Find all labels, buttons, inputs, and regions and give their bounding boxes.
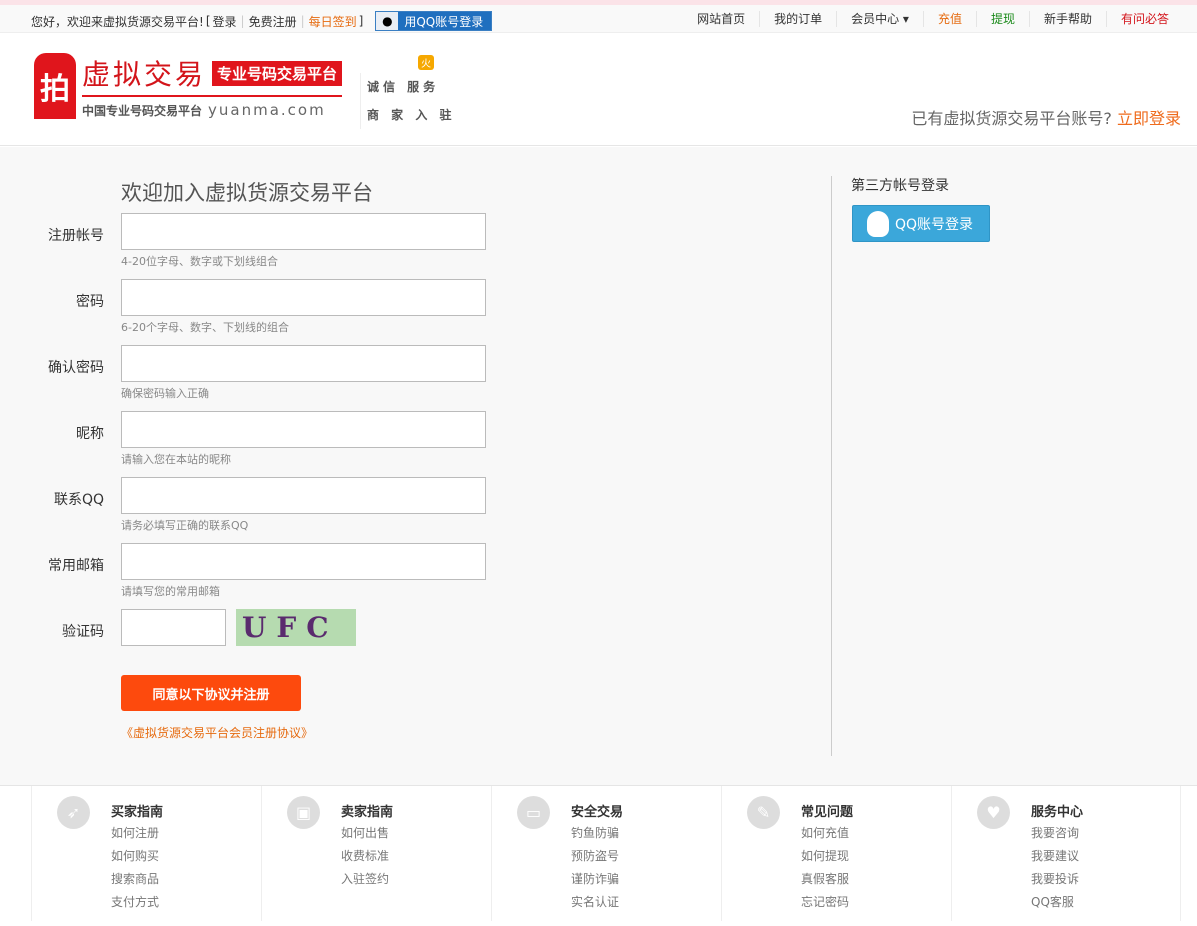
field-label: 注册帐号 [48, 228, 104, 244]
qq-penguin-icon: ● [376, 12, 399, 30]
footer-column: ♥ 服务中心我要咨询我要建议我要投诉 QQ客服 [951, 786, 1181, 921]
field-hint: 确保密码输入正确 [121, 387, 209, 400]
footer-link[interactable]: 收费标准 [341, 847, 389, 864]
field-input[interactable] [121, 279, 486, 316]
logo-domain: yuanma.com [208, 101, 326, 119]
register-panel: 欢迎加入虚拟货源交易平台 注册帐号 4-20位字母、数字或下划线组合密码 6-20个… [0, 147, 1197, 785]
agreement-link[interactable]: 《虚拟货源交易平台会员注册协议》 [121, 724, 313, 741]
merchant-join-link[interactable]: 商 家 入 驻 [367, 101, 456, 129]
logo-badge: 专业号码交易平台 [212, 60, 343, 86]
footer-column: ➶ 买家指南如何注册如何购买搜索商品支付方式 [31, 786, 261, 921]
nav-item[interactable]: 我的订单 [759, 11, 836, 27]
divider [1180, 786, 1197, 921]
footer-link[interactable]: 如何购买 [111, 847, 159, 864]
field-label: 昵称 [76, 426, 104, 442]
field-label: 确认密码 [48, 360, 104, 376]
field-hint: 请填写您的常用邮箱 [121, 585, 220, 598]
register-link[interactable]: 免费注册 [249, 13, 297, 30]
field-input[interactable] [121, 411, 486, 448]
third-party-title: 第三方帐号登录 [851, 178, 949, 194]
footer-column: ✎ 常见问题如何充值如何提现真假客服忘记密码 [721, 786, 951, 921]
footer-link[interactable]: 谨防诈骗 [571, 870, 619, 887]
captcha-image[interactable]: UFC 7 [236, 609, 356, 646]
field-hint: 请务必填写正确的联系QQ [121, 519, 249, 532]
qq-login-label: 用QQ账号登录 [404, 14, 484, 29]
logo-title: 虚拟交易 [82, 58, 207, 91]
footer: ➶ 买家指南如何注册如何购买搜索商品支付方式 ▣ 卖家指南如何出售收费标准入驻签约 ▭ 安… [0, 785, 1197, 926]
heart-icon: ♥ [977, 796, 1010, 829]
footer-link[interactable]: 预防盗号 [571, 847, 619, 864]
footer-link[interactable]: 入驻签约 [341, 870, 389, 887]
nav-item[interactable]: 网站首页 [683, 11, 759, 27]
agree-register-button[interactable]: 同意以下协议并注册 [121, 675, 301, 711]
top-bar: 您好，欢迎来虚拟货源交易平台! [ 登录 | 免费注册 | 每日签到 ] ● 用QQ账… [0, 0, 1197, 33]
field-hint: 4-20位字母、数字或下划线组合 [121, 255, 278, 268]
qq-button-label: QQ账号登录 [895, 216, 974, 233]
footer-link[interactable]: 搜索商品 [111, 870, 159, 887]
field-hint: 6-20个字母、数字、下划线的组合 [121, 321, 289, 334]
footer-link[interactable]: 我要咨询 [1031, 824, 1079, 841]
footer-column-title: 服务中心 [1031, 805, 1084, 820]
qq-login-button[interactable]: ● 用QQ账号登录 [375, 11, 493, 31]
wrench-icon: ✎ [747, 796, 780, 829]
nav-item[interactable]: 会员中心 ▾ [836, 11, 923, 27]
footer-link[interactable]: 实名认证 [571, 893, 619, 910]
footer-link[interactable]: QQ客服 [1031, 893, 1074, 910]
footer-link[interactable]: 我要投诉 [1031, 870, 1079, 887]
bracket: ] [358, 14, 364, 28]
footer-link[interactable]: 钓鱼防骗 [571, 824, 619, 841]
wallet-icon: ▭ [517, 796, 550, 829]
footer-link[interactable]: 真假客服 [801, 870, 849, 887]
field-input[interactable] [121, 345, 486, 382]
compass-icon: ➶ [57, 796, 90, 829]
captcha-input[interactable] [121, 609, 226, 646]
field-label: 常用邮箱 [48, 558, 104, 574]
captcha-text: UFC 7 [242, 611, 339, 644]
qq-penguin-icon [867, 210, 889, 237]
footer-link[interactable]: 忘记密码 [801, 893, 849, 910]
login-now-link[interactable]: 立即登录 [1117, 109, 1181, 128]
checkin-link[interactable]: 每日签到 [309, 13, 357, 30]
logo-mark: 拍 [34, 53, 76, 119]
qq-account-login-button[interactable]: QQ账号登录 [852, 205, 990, 242]
footer-column: ▣ 卖家指南如何出售收费标准入驻签约 [261, 786, 491, 921]
field-input[interactable] [121, 213, 486, 250]
login-link[interactable]: 登录 [213, 13, 237, 30]
footer-link[interactable]: 如何充值 [801, 824, 849, 841]
bracket: [ [205, 14, 211, 28]
field-hint: 请输入您在本站的昵称 [121, 453, 231, 466]
top-nav: 网站首页 我的订单 会员中心 ▾ 充值 提现 新手帮助 有问必答 [683, 11, 1183, 27]
nav-item[interactable]: 新手帮助 [1028, 11, 1106, 27]
header: 拍 虚拟交易 专业号码交易平台 中国专业号码交易平台 yuanma.com 诚信 服… [0, 33, 1197, 146]
footer-link[interactable]: 如何注册 [111, 824, 159, 841]
form-title: 欢迎加入虚拟货源交易平台 [121, 181, 373, 205]
footer-column: ▭ 安全交易钓鱼防骗预防盗号谨防诈骗实名认证 [491, 786, 721, 921]
hot-badge: 火 [418, 55, 434, 70]
footer-column-title: 常见问题 [801, 805, 854, 820]
nav-item[interactable]: 有问必答 [1105, 11, 1183, 27]
logo[interactable]: 拍 虚拟交易 专业号码交易平台 中国专业号码交易平台 yuanma.com [34, 53, 343, 119]
nav-item[interactable]: 充值 [922, 11, 976, 27]
bus-icon: ▣ [287, 796, 320, 829]
field-label: 密码 [76, 294, 104, 310]
field-label: 联系QQ [53, 492, 104, 508]
logo-sub: 中国专业号码交易平台 [82, 104, 203, 118]
footer-column-title: 卖家指南 [341, 805, 394, 820]
have-account-text: 已有虚拟货源交易平台账号? [911, 109, 1112, 128]
footer-link[interactable]: 如何提现 [801, 847, 849, 864]
field-input[interactable] [121, 543, 486, 580]
field-input[interactable] [121, 477, 486, 514]
field-label: 验证码 [62, 624, 104, 640]
service-link[interactable]: 诚信 服务 [367, 73, 456, 101]
nav-item[interactable]: 提现 [975, 11, 1029, 27]
greeting: 您好，欢迎来虚拟货源交易平台! [31, 14, 204, 29]
divider [831, 176, 832, 756]
footer-column-title: 安全交易 [571, 805, 624, 820]
footer-link[interactable]: 我要建议 [1031, 847, 1079, 864]
footer-link[interactable]: 支付方式 [111, 893, 159, 910]
footer-link[interactable]: 如何出售 [341, 824, 389, 841]
footer-column-title: 买家指南 [111, 805, 164, 820]
